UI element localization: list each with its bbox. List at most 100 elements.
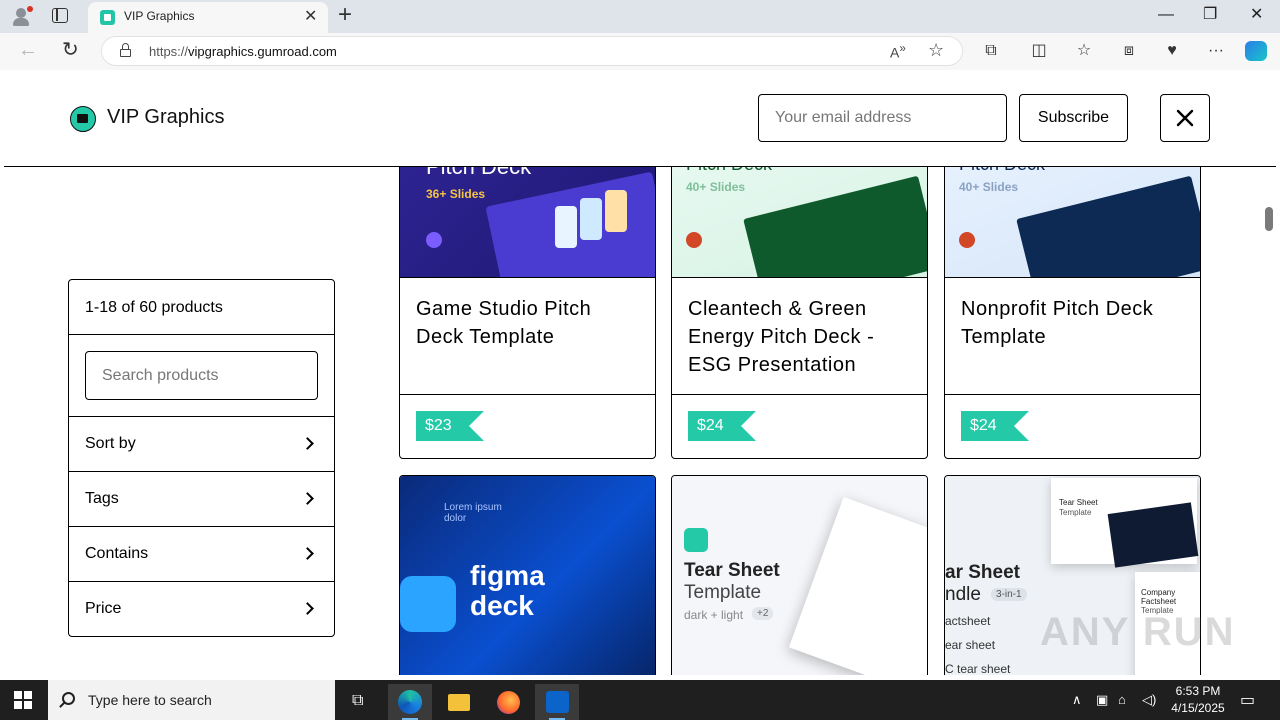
thumb-heading: Pitch Deck — [686, 167, 772, 175]
taskbar-search-placeholder: Type here to search — [88, 692, 212, 708]
thumb-card-text: Tear Sheet — [1059, 498, 1098, 507]
product-thumbnail[interactable]: Tear Sheet Template dark + light +2 — [672, 476, 927, 675]
subscribe-button[interactable]: Subscribe — [1019, 94, 1128, 142]
outlook-icon[interactable] — [535, 684, 579, 720]
thumb-subheading: 40+ Slides — [686, 180, 746, 194]
chevron-right-icon — [301, 437, 314, 450]
product-card-nonprofit[interactable]: Pitch Deck 40+ Slides Nonprofit Pitch De… — [944, 167, 1201, 459]
back-arrow-icon[interactable]: ← — [18, 40, 38, 60]
search-section — [69, 335, 334, 417]
product-title[interactable]: Nonprofit Pitch Deck Template — [945, 278, 1200, 395]
tray-device-icon[interactable]: ▣ — [1096, 692, 1108, 708]
thumb-lorem-text: Lorem ipsum dolor — [444, 502, 502, 524]
price-tag: $23 — [416, 411, 484, 441]
file-explorer-icon[interactable] — [437, 684, 481, 720]
browser-tab-active[interactable]: VIP Graphics ✕ — [88, 2, 328, 33]
extensions-icon[interactable]: ⧉ — [979, 40, 1003, 62]
product-thumbnail[interactable]: Pitch Deck 40+ Slides — [672, 167, 927, 278]
email-input[interactable] — [758, 94, 1007, 142]
firefox-icon[interactable] — [486, 684, 530, 720]
address-bar[interactable]: https://vipgraphics.gumroad.com A» ☆ — [101, 36, 963, 66]
thumb-phone-graphic — [555, 206, 577, 248]
thumb-card-graphic: Tear Sheet Template — [1051, 478, 1199, 568]
product-thumbnail[interactable]: Pitch Deck 40+ Slides — [945, 167, 1200, 278]
favorite-star-icon[interactable]: ☆ — [928, 40, 944, 61]
windows-taskbar: Type here to search ⧉ ∧ ▣ ⌂ ◁) 6:53 PM 4… — [0, 680, 1280, 720]
product-title[interactable]: Cleantech & Green Energy Pitch Deck - ES… — [672, 278, 927, 395]
tab-actions-icon[interactable] — [52, 8, 68, 23]
read-aloud-icon[interactable]: A» — [890, 42, 906, 61]
filters-panel: 1-18 of 60 products Sort by Tags Contain… — [68, 279, 335, 637]
reload-icon[interactable]: ↻ — [62, 39, 79, 61]
favorites-icon[interactable]: ☆ — [1072, 40, 1096, 62]
split-screen-icon[interactable]: ◫ — [1027, 40, 1051, 62]
filter-label: Tags — [85, 490, 119, 507]
profile-icon[interactable] — [10, 5, 33, 27]
product-card-tear-sheet[interactable]: Tear Sheet Template dark + light +2 — [671, 475, 928, 675]
x-social-button[interactable] — [1160, 94, 1210, 142]
chevron-right-icon — [301, 492, 314, 505]
x-logo-icon — [1176, 109, 1194, 127]
network-icon[interactable]: ⌂ — [1118, 692, 1126, 707]
window-close-icon[interactable]: ✕ — [1250, 4, 1263, 26]
page-scrollbar[interactable] — [1262, 167, 1276, 675]
filter-tags[interactable]: Tags — [69, 472, 334, 527]
thumb-badge: +2 — [752, 607, 774, 620]
lock-icon[interactable] — [120, 43, 131, 57]
more-menu-icon[interactable]: ··· — [1204, 40, 1228, 62]
figma-app-icon — [400, 576, 456, 632]
presentation-app-icon — [426, 232, 442, 248]
bundle-item: actsheet — [945, 614, 991, 628]
window-restore-icon[interactable]: ❐ — [1203, 4, 1217, 26]
thumb-subheading: 40+ Slides — [959, 180, 1019, 194]
window-minimize-icon[interactable]: — — [1158, 4, 1174, 26]
collections-icon[interactable]: ⧈ — [1117, 40, 1141, 62]
bundle-item: ear sheet — [945, 638, 996, 652]
product-card-cleantech[interactable]: Pitch Deck 40+ Slides Cleantech & Green … — [671, 167, 928, 459]
filter-contains[interactable]: Contains — [69, 527, 334, 582]
thumb-slide-graphic — [1016, 175, 1200, 277]
taskbar-search-box[interactable]: Type here to search — [48, 680, 335, 720]
url-text: https://vipgraphics.gumroad.com — [149, 44, 337, 59]
watermark-text: ANY RUN — [1040, 610, 1236, 654]
tab-favicon-icon — [100, 10, 115, 25]
tray-chevron-up-icon[interactable]: ∧ — [1072, 692, 1082, 708]
thumb-heading: ar Sheet — [945, 562, 1020, 583]
copilot-icon[interactable] — [1245, 41, 1267, 61]
browser-essentials-icon[interactable]: ♥ — [1160, 40, 1184, 62]
browser-toolbar: ← ↻ https://vipgraphics.gumroad.com A» ☆… — [0, 33, 1280, 70]
thumb-subheading: 36+ Slides — [426, 187, 486, 201]
product-title[interactable]: Game Studio Pitch Deck Template — [400, 278, 655, 395]
taskbar-time[interactable]: 6:53 PM — [1166, 684, 1230, 698]
search-products-input[interactable] — [85, 351, 318, 400]
edge-taskbar-icon[interactable] — [388, 684, 432, 720]
tab-close-icon[interactable]: ✕ — [304, 8, 317, 26]
chevron-right-icon — [301, 602, 314, 615]
notifications-icon[interactable]: ▭ — [1240, 690, 1255, 710]
thumb-heading: deck — [470, 590, 534, 621]
task-view-icon[interactable]: ⧉ — [338, 684, 382, 720]
thumb-phone-graphic — [605, 190, 627, 232]
product-card-game-studio[interactable]: Pitch Deck 36+ Slides Game Studio Pitch … — [399, 167, 656, 459]
thumb-card-text: Template — [1059, 508, 1092, 517]
product-card-figma-deck[interactable]: Lorem ipsum dolor figma deck — [399, 475, 656, 675]
thumb-heading: Tear Sheet — [684, 560, 780, 581]
price-row: $23 — [400, 395, 655, 458]
taskbar-date[interactable]: 4/15/2025 — [1166, 701, 1230, 715]
price-row: $24 — [672, 395, 927, 458]
browser-tabbar: VIP Graphics ✕ + — ❐ ✕ — [0, 0, 1280, 33]
filter-price[interactable]: Price — [69, 582, 334, 636]
bundle-item: C tear sheet — [945, 662, 1011, 675]
scrollbar-thumb[interactable] — [1265, 207, 1273, 231]
vip-logo-icon[interactable] — [70, 106, 96, 132]
filter-sort-by[interactable]: Sort by — [69, 417, 334, 472]
new-tab-icon[interactable]: + — [338, 3, 352, 27]
price-tag: $24 — [961, 411, 1029, 441]
site-title[interactable]: VIP Graphics — [107, 106, 224, 129]
product-thumbnail[interactable]: Pitch Deck 36+ Slides — [400, 167, 655, 278]
tab-title: VIP Graphics — [124, 9, 195, 23]
volume-icon[interactable]: ◁) — [1142, 692, 1156, 708]
powerpoint-icon — [959, 232, 975, 248]
product-thumbnail[interactable]: Lorem ipsum dolor figma deck — [400, 476, 655, 675]
windows-start-icon[interactable] — [14, 691, 32, 709]
